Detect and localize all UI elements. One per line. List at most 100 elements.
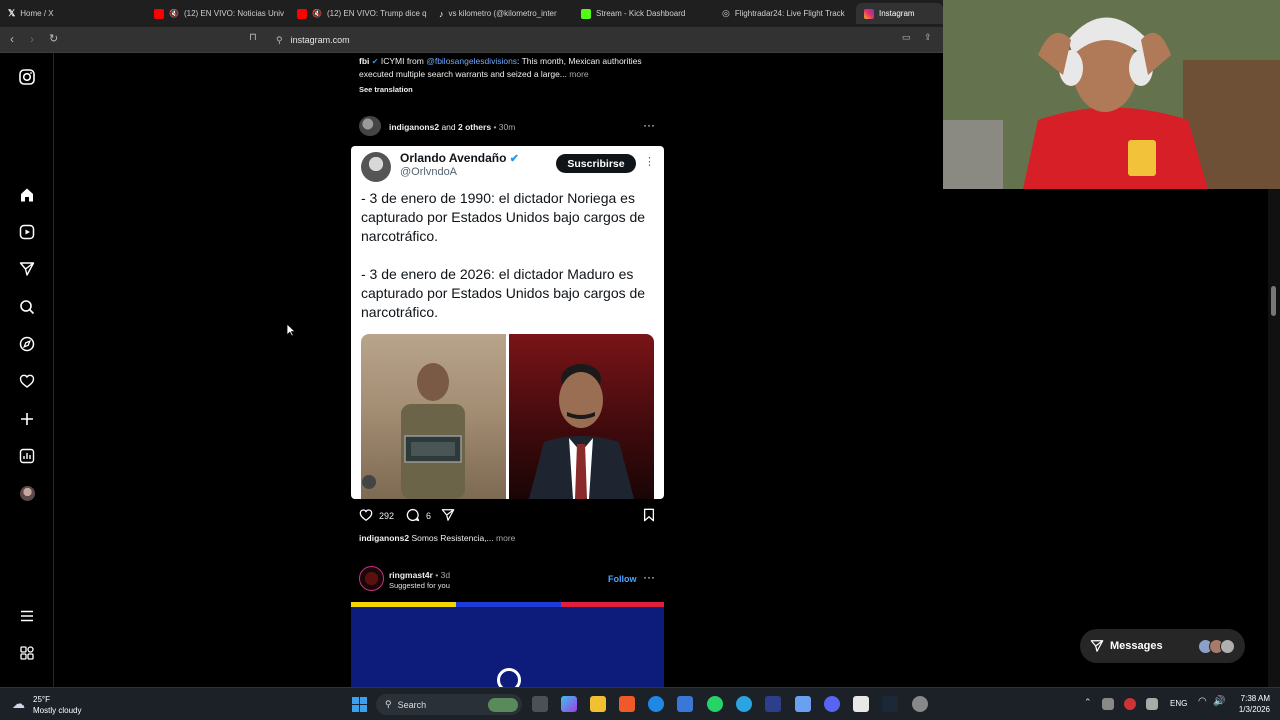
mute-icon: 🔇	[312, 9, 322, 18]
tab-label: Flightradar24: Live Flight Track	[734, 9, 845, 18]
whatsapp-icon[interactable]	[707, 696, 723, 712]
reels-icon[interactable]	[17, 222, 37, 242]
tab-flightradar[interactable]: ◎ Flightradar24: Live Flight Track	[714, 3, 854, 24]
tiktok-icon: ♪	[439, 8, 444, 19]
messages-button[interactable]: Messages	[1080, 629, 1245, 663]
message-avatars	[1198, 638, 1235, 654]
post-caption: indiganons2 Somos Resistencia,... more	[359, 532, 515, 544]
pen-app-icon[interactable]	[853, 696, 869, 712]
microsoft-store-icon[interactable]	[677, 696, 693, 712]
more-link[interactable]: more	[569, 69, 588, 79]
tab-tiktok[interactable]: ♪ vs kilometro (@kilometro_inter	[431, 3, 571, 24]
post-author[interactable]: indiganons2	[389, 122, 439, 132]
scrollbar-thumb[interactable]	[1271, 286, 1276, 316]
url-field[interactable]: ⚲ instagram.com	[268, 30, 936, 50]
tray-app-icon[interactable]	[1102, 698, 1114, 710]
input-language[interactable]: ENG	[1170, 699, 1187, 708]
more-options-icon[interactable]: ···	[643, 118, 655, 132]
tweet-line-2: - 3 de enero de 2026: el dictador Maduro…	[361, 266, 646, 320]
brave-browser-icon[interactable]	[619, 696, 635, 712]
post-author[interactable]: fbi	[359, 56, 369, 66]
file-explorer-icon[interactable]	[590, 696, 606, 712]
explore-icon[interactable]	[17, 334, 37, 354]
tab-youtube-noticias[interactable]: 🔇 (12) EN VIVO: Noticias Univ	[146, 3, 288, 24]
wifi-icon[interactable]: ◠	[1198, 696, 1207, 707]
webcam-overlay	[943, 0, 1280, 189]
reload-icon[interactable]: ↻	[49, 32, 58, 45]
mention-link[interactable]: @fbilosangelesdivisions	[426, 56, 517, 66]
avatar[interactable]	[359, 116, 381, 136]
screen: 𝕏 Home / X 🔇 (12) EN VIVO: Noticias Univ…	[0, 0, 1280, 720]
maduro-photo	[509, 334, 654, 499]
post-fbi-caption: fbi ✔ ICYMI from @fbilosangelesdivisions…	[359, 55, 659, 96]
direct-messages-icon[interactable]	[17, 259, 37, 279]
steam-icon[interactable]	[882, 696, 898, 712]
tab-kick[interactable]: Stream - Kick Dashboard	[573, 3, 713, 24]
messages-label: Messages	[1110, 640, 1163, 652]
tweet-author-name-text: Orlando Avendaño	[400, 151, 507, 165]
suggested-label: Suggested for you	[389, 581, 450, 590]
like-heart-icon[interactable]	[359, 508, 373, 524]
tab-instagram[interactable]: Instagram	[856, 3, 943, 24]
also-from-meta-icon[interactable]	[17, 643, 37, 663]
telegram-icon[interactable]	[736, 696, 752, 712]
comment-icon[interactable]	[406, 508, 420, 524]
caption-author[interactable]: indiganons2	[359, 533, 409, 543]
tweet-author-avatar	[361, 152, 391, 182]
verified-badge-icon: ✔	[371, 57, 379, 66]
see-translation-link[interactable]: See translation	[359, 84, 659, 96]
more-link[interactable]: more	[496, 533, 515, 543]
home-icon[interactable]	[17, 185, 37, 205]
avatar[interactable]	[359, 566, 384, 591]
coauthors-link[interactable]: 2 others	[458, 122, 491, 132]
weather-desc: Mostly cloudy	[33, 706, 82, 715]
tab-youtube-trump[interactable]: 🔇 (12) EN VIVO: Trump dice q	[289, 3, 431, 24]
tray-app-icon[interactable]	[1146, 698, 1158, 710]
forward-icon[interactable]: ›	[30, 32, 34, 46]
youtube-icon	[297, 8, 307, 19]
create-plus-icon[interactable]	[17, 409, 37, 429]
bookmark-icon[interactable]: ⊓	[249, 32, 257, 43]
app-mountain-icon[interactable]	[765, 696, 781, 712]
save-bookmark-icon[interactable]	[642, 508, 656, 524]
obs-icon[interactable]	[912, 696, 928, 712]
share-icon[interactable]: ⇪	[924, 32, 932, 43]
post-author[interactable]: ringmast4r	[389, 570, 433, 580]
tray-app-icon[interactable]	[1124, 698, 1136, 710]
cast-icon[interactable]: ▭	[902, 32, 911, 43]
noriega-photo	[361, 334, 506, 499]
instagram-logo-icon[interactable]	[17, 67, 37, 87]
share-icon[interactable]	[441, 508, 455, 524]
weather-widget[interactable]: 25°F Mostly cloudy	[33, 694, 81, 716]
discord-icon[interactable]	[824, 696, 840, 712]
site-info-icon[interactable]: ⚲	[276, 35, 283, 46]
clock[interactable]: 7:38 AM 1/3/2026	[1232, 693, 1270, 715]
chevron-up-icon[interactable]: ⌃	[1084, 697, 1092, 708]
volume-icon[interactable]: 🔊	[1213, 696, 1225, 707]
task-view-icon[interactable]	[532, 696, 548, 712]
notifications-heart-icon[interactable]	[17, 371, 37, 391]
search-icon[interactable]	[17, 297, 37, 317]
tab-label: (12) EN VIVO: Noticias Univ	[183, 9, 284, 18]
post-actions-bar: 292 6	[359, 508, 656, 524]
tweet-body: - 3 de enero de 1990: el dictador Norieg…	[361, 189, 657, 322]
more-options-icon[interactable]: ···	[643, 570, 655, 584]
follow-button[interactable]: Follow	[608, 574, 637, 584]
mouse-cursor-icon	[286, 323, 297, 342]
like-count[interactable]: 292	[379, 511, 394, 521]
dashboard-icon[interactable]	[17, 446, 37, 466]
taskbar-search-box[interactable]: ⚲ Search	[376, 694, 522, 715]
tab-label: Instagram	[879, 9, 915, 18]
windows-start-icon[interactable]	[352, 697, 367, 717]
post-media-tweet-screenshot[interactable]: Orlando Avendaño ✔ @OrlvndoA Suscribirse…	[351, 146, 664, 499]
tab-home-x[interactable]: 𝕏 Home / X	[0, 3, 146, 24]
caption-text: ICYMI from	[380, 56, 424, 66]
menu-hamburger-icon[interactable]	[17, 606, 37, 626]
edge-browser-icon[interactable]	[648, 696, 664, 712]
profile-avatar[interactable]	[17, 483, 37, 503]
comment-count[interactable]: 6	[426, 511, 431, 521]
back-icon[interactable]: ‹	[10, 32, 14, 46]
notepad-icon[interactable]	[795, 696, 811, 712]
copilot-icon[interactable]	[561, 696, 577, 712]
post-media-image[interactable]	[351, 602, 664, 687]
